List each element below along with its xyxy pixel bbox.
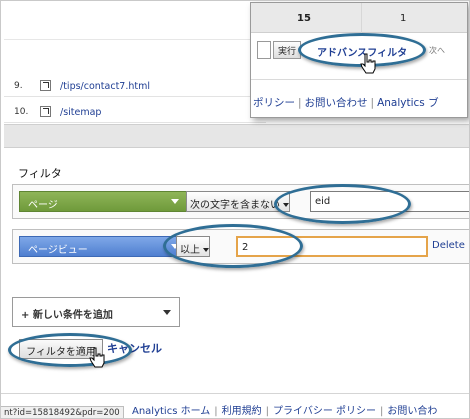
table-row: 10. /sitemap xyxy=(4,102,266,123)
delete-condition-link[interactable]: Delete xyxy=(432,240,465,251)
chevron-down-icon xyxy=(163,310,171,315)
row-url-link[interactable]: /sitemap xyxy=(60,107,101,118)
dimension-select[interactable]: ページ xyxy=(19,191,187,212)
browser-status-bar: nt?id=15818492&pdr=200 xyxy=(0,406,124,419)
cancel-link[interactable]: キャンセル xyxy=(107,340,162,356)
row-number: 9. xyxy=(14,81,23,91)
row-url-link[interactable]: /tips/contact7.html xyxy=(60,81,150,92)
add-condition-dropdown[interactable]: + 新しい条件を追加 xyxy=(12,297,180,327)
dimension-select[interactable]: ページビュー xyxy=(19,236,187,257)
row-number: 10. xyxy=(14,107,29,117)
filter-text-input[interactable] xyxy=(257,41,271,59)
filter-panel-header xyxy=(4,124,470,148)
chevron-down-icon xyxy=(283,203,289,207)
table-row: 9. /tips/contact7.html xyxy=(4,76,266,97)
filter-value-input[interactable]: 2 xyxy=(236,236,428,257)
zoom-inset: 15 1 実行 アドバンスフィルタ 次へ ポリシー | お問い合わせ | Analyti… xyxy=(250,2,468,118)
footer-link-contact[interactable]: お問い合わせ xyxy=(305,97,368,109)
hand-cursor-icon xyxy=(89,347,105,368)
footer-link-contact[interactable]: お問い合わ xyxy=(387,406,437,417)
external-link-icon[interactable] xyxy=(40,106,51,117)
column-value: 1 xyxy=(400,13,407,24)
filter-title: フィルタ xyxy=(18,167,62,180)
footer-link-terms[interactable]: 利用規約 xyxy=(222,406,262,417)
footer-link-privacy[interactable]: プライバシー ポリシー xyxy=(273,406,376,417)
dimension-label: ページ xyxy=(28,200,58,211)
footer-links: Analytics ホーム | 利用規約 | プライバシー ポリシー | お問い合わ xyxy=(132,406,438,417)
filter-condition-row: ページ 次の文字を含まない eid xyxy=(12,184,470,219)
run-button[interactable]: 実行 xyxy=(273,41,302,59)
hand-cursor-icon xyxy=(360,53,376,74)
column-value: 15 xyxy=(297,13,311,24)
report-header-strip xyxy=(4,4,266,40)
operator-label: 以上 xyxy=(180,245,200,256)
chevron-down-icon xyxy=(171,199,179,204)
filter-value-input[interactable]: eid xyxy=(310,191,470,212)
chevron-down-icon xyxy=(203,248,209,252)
inset-table-header: 15 1 xyxy=(251,3,467,33)
next-page-link[interactable]: 次へ xyxy=(429,45,445,56)
footer-link-policy[interactable]: ポリシー xyxy=(253,97,295,109)
footer-link-analytics[interactable]: Analytics ブ xyxy=(377,97,439,109)
operator-select[interactable]: 以上 xyxy=(176,236,210,257)
operator-select[interactable]: 次の文字を含まない xyxy=(186,191,290,212)
external-link-icon[interactable] xyxy=(40,80,51,91)
operator-label: 次の文字を含まない xyxy=(190,200,280,211)
dimension-label: ページビュー xyxy=(28,245,88,256)
inset-footer-links: ポリシー | お問い合わせ | Analytics ブ xyxy=(253,97,439,109)
filter-condition-row: ページビュー 以上 2 xyxy=(12,229,470,264)
footer-link-analytics-home[interactable]: Analytics ホーム xyxy=(132,406,210,417)
add-condition-label: + 新しい条件を追加 xyxy=(21,310,113,321)
